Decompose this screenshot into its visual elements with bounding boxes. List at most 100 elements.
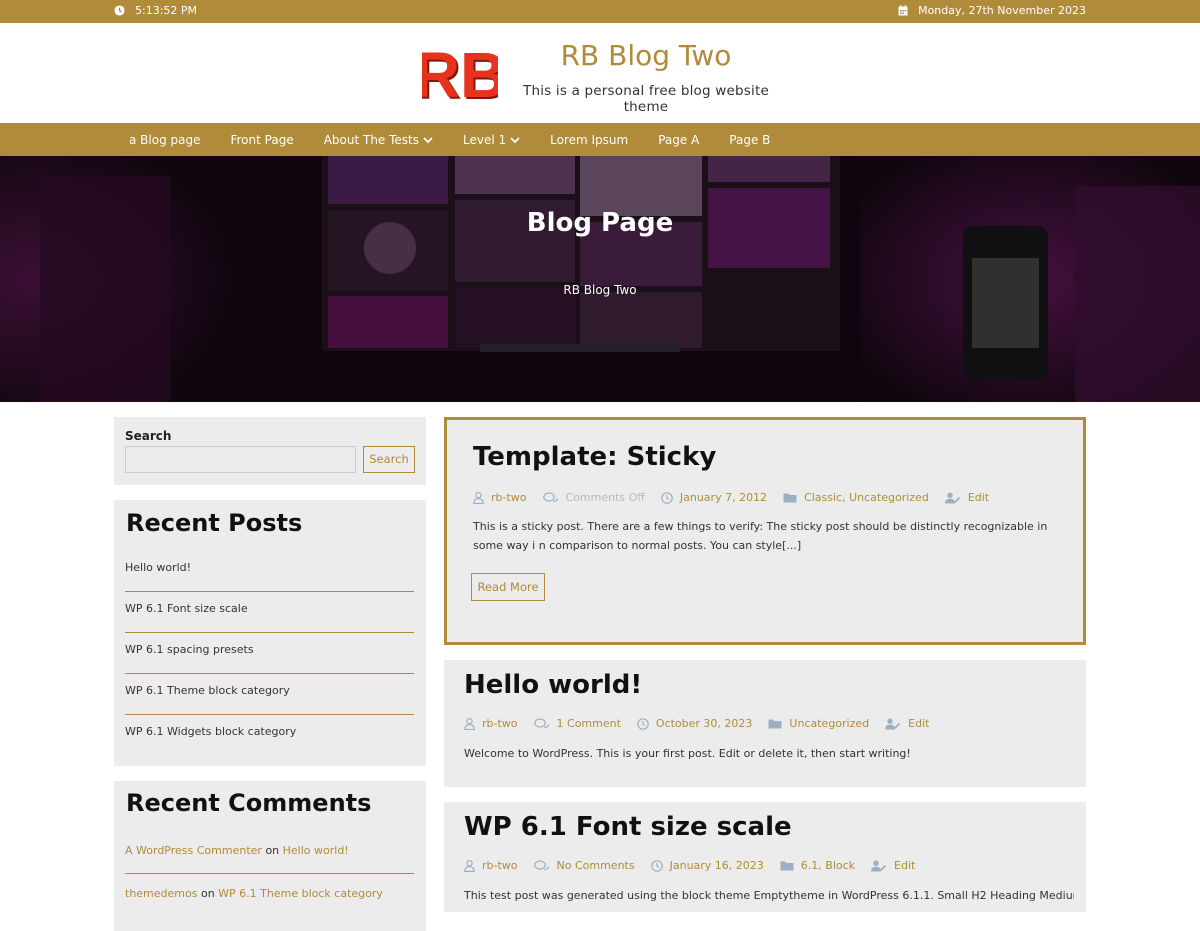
- search-button[interactable]: Search: [363, 446, 415, 473]
- nav-item-lorem-ipsum[interactable]: Lorem Ipsum: [535, 123, 643, 156]
- user-icon: [464, 859, 475, 872]
- search-input[interactable]: [125, 446, 356, 473]
- post-comments[interactable]: Comments Off: [542, 491, 645, 504]
- comment-author-link[interactable]: themedemos: [125, 887, 197, 900]
- post-meta: rb-two No Comments January 16, 2023 6.1,…: [464, 859, 931, 872]
- nav-item-page-b[interactable]: Page B: [714, 123, 785, 156]
- post-excerpt: This is a sticky post. There are a few t…: [473, 520, 1048, 552]
- nav-item-front-page[interactable]: Front Page: [215, 123, 308, 156]
- recent-post-item[interactable]: Hello world!: [125, 551, 414, 592]
- svg-text:RB: RB: [422, 43, 498, 105]
- nav-item-blog-page[interactable]: a Blog page: [114, 123, 215, 156]
- recent-post-item[interactable]: WP 6.1 spacing presets: [125, 633, 414, 674]
- top-bar: 5:13:52 PM Monday, 27th November 2023: [0, 0, 1200, 23]
- post-title[interactable]: WP 6.1 Font size scale: [464, 812, 792, 842]
- nav-label: a Blog page: [129, 132, 201, 147]
- post-categories-text: Classic, Uncategorized: [804, 491, 929, 504]
- post-edit-link[interactable]: Edit: [944, 491, 990, 504]
- topbar-date: Monday, 27th November 2023: [898, 4, 1086, 17]
- widget-title: Recent Comments: [126, 789, 372, 817]
- post-author[interactable]: rb-two: [464, 717, 518, 730]
- site-tagline: This is a personal free blog website the…: [523, 83, 769, 115]
- post-title[interactable]: Template: Sticky: [473, 442, 716, 472]
- comment-on-text: on: [200, 887, 215, 900]
- chevron-down-icon: [510, 136, 520, 144]
- topbar-time: 5:13:52 PM: [114, 4, 197, 17]
- recent-comment-item: A WordPress Commenter on Hello world!: [125, 835, 414, 874]
- post-edit-link[interactable]: Edit: [871, 859, 915, 872]
- comment-author-link[interactable]: A WordPress Commenter: [125, 844, 262, 857]
- clock-icon: [114, 5, 125, 16]
- user-icon: [464, 717, 475, 730]
- post-title[interactable]: Hello world!: [464, 670, 642, 700]
- post-comments[interactable]: No Comments: [533, 859, 635, 872]
- site-header: RB RB RB Blog Two This is a personal fre…: [0, 23, 1200, 123]
- recent-post-item[interactable]: WP 6.1 Font size scale: [125, 592, 414, 633]
- clock-icon: [637, 717, 649, 730]
- post-categories[interactable]: Classic, Uncategorized: [783, 491, 929, 504]
- folder-icon: [780, 861, 794, 871]
- comments-icon: [533, 717, 549, 728]
- folder-icon: [768, 719, 782, 729]
- comments-icon: [533, 859, 549, 870]
- post-excerpt: This test post was generated using the b…: [464, 889, 1074, 902]
- post-categories[interactable]: Uncategorized: [768, 717, 869, 730]
- post-date-text: January 16, 2023: [669, 859, 764, 872]
- current-time: 5:13:52 PM: [135, 4, 198, 17]
- comment-post-link[interactable]: WP 6.1 Theme block category: [218, 887, 383, 900]
- post-date[interactable]: January 7, 2012: [661, 491, 767, 504]
- main-navigation: a Blog page Front Page About The Tests L…: [0, 123, 1200, 156]
- post-date[interactable]: October 30, 2023: [637, 717, 753, 730]
- post-comments-text: Comments Off: [565, 491, 645, 504]
- post-comments[interactable]: 1 Comment: [533, 717, 621, 730]
- breadcrumb[interactable]: RB Blog Two: [0, 283, 1200, 297]
- post-edit-text: Edit: [967, 491, 990, 504]
- read-more-button[interactable]: Read More: [471, 573, 545, 601]
- recent-post-item[interactable]: WP 6.1 Widgets block category: [125, 715, 414, 756]
- nav-item-page-a[interactable]: Page A: [643, 123, 714, 156]
- post-date-text: October 30, 2023: [655, 717, 753, 730]
- post-author[interactable]: rb-two: [464, 859, 518, 872]
- user-edit-icon: [944, 492, 960, 503]
- nav-label: About The Tests: [323, 132, 420, 147]
- post-card: Hello world! rb-two 1 Comment October 30…: [444, 660, 1086, 787]
- post-date[interactable]: January 16, 2023: [650, 859, 764, 872]
- post-meta: rb-two 1 Comment October 30, 2023 Uncate…: [464, 717, 945, 730]
- nav-label: Level 1: [463, 132, 507, 147]
- calendar-icon: [898, 5, 908, 16]
- post-excerpt: Welcome to WordPress. This is your first…: [464, 747, 911, 760]
- folder-icon: [783, 493, 797, 503]
- page-hero: Blog Page RB Blog Two: [0, 156, 1200, 402]
- post-author-name: rb-two: [491, 491, 527, 504]
- recent-posts-widget: Recent Posts Hello world! WP 6.1 Font si…: [114, 500, 426, 766]
- recent-comment-item: themedemos on WP 6.1 Theme block categor…: [125, 874, 414, 913]
- widget-title: Recent Posts: [126, 509, 303, 537]
- recent-comments-widget: Recent Comments A WordPress Commenter on…: [114, 781, 426, 931]
- nav-label: Lorem Ipsum: [550, 132, 629, 147]
- recent-post-item[interactable]: WP 6.1 Theme block category: [125, 674, 414, 715]
- site-logo[interactable]: RB RB: [422, 43, 498, 105]
- site-title[interactable]: RB Blog Two: [513, 39, 779, 72]
- post-edit-text: Edit: [894, 859, 916, 872]
- post-author[interactable]: rb-two: [473, 491, 527, 504]
- post-comments-text: No Comments: [556, 859, 635, 872]
- user-edit-icon: [885, 718, 901, 729]
- nav-label: Front Page: [230, 132, 294, 147]
- clock-icon: [661, 491, 673, 504]
- nav-item-about-the-tests[interactable]: About The Tests: [309, 123, 448, 156]
- user-edit-icon: [871, 860, 887, 871]
- post-categories-text: Uncategorized: [789, 717, 870, 730]
- comment-post-link[interactable]: Hello world!: [283, 844, 349, 857]
- post-edit-text: Edit: [908, 717, 930, 730]
- post-comments-text: 1 Comment: [556, 717, 621, 730]
- post-categories[interactable]: 6.1, Block: [780, 859, 855, 872]
- post-meta: rb-two Comments Off January 7, 2012 Clas…: [473, 491, 1005, 504]
- nav-item-level-1[interactable]: Level 1: [448, 123, 535, 156]
- chevron-down-icon: [423, 136, 433, 144]
- clock-icon: [650, 859, 663, 872]
- post-edit-link[interactable]: Edit: [885, 717, 929, 730]
- comment-on-text: on: [265, 844, 280, 857]
- user-icon: [473, 491, 484, 504]
- page-title: Blog Page: [526, 208, 674, 238]
- nav-label: Page A: [658, 132, 700, 147]
